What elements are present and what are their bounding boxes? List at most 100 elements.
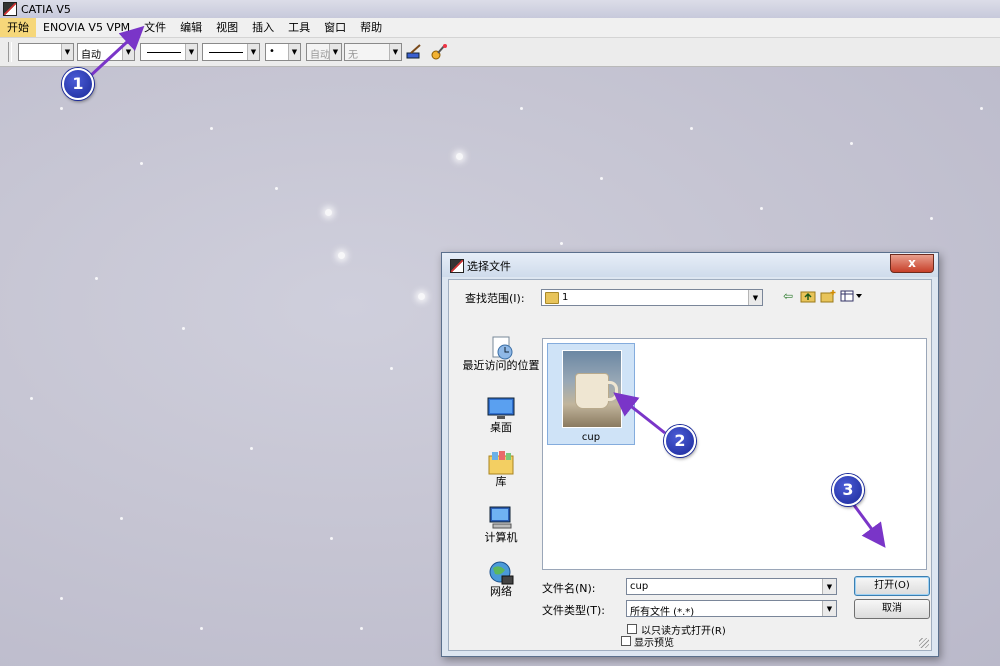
sparkle	[980, 107, 983, 110]
sparkle	[250, 447, 253, 450]
place-network[interactable]: 网络	[461, 560, 541, 598]
fill-color-combo[interactable]: ▼	[18, 43, 74, 61]
show-preview-checkbox[interactable]	[621, 636, 631, 646]
menu-bar: 开始 ENOVIA V5 VPM 文件 编辑 视图 插入 工具 窗口 帮助	[0, 18, 1000, 38]
menu-window[interactable]: 窗口	[317, 18, 353, 37]
window-title: CATIA V5	[21, 2, 71, 16]
line-type-combo[interactable]: ▼	[202, 43, 260, 61]
dialog-title-bar[interactable]: 选择文件 x	[442, 253, 938, 277]
menu-view[interactable]: 视图	[209, 18, 245, 37]
render-style-combo[interactable]: 自动 ▼	[306, 43, 342, 61]
place-libraries[interactable]: 库	[461, 450, 541, 488]
menu-enovia[interactable]: ENOVIA V5 VPM	[36, 18, 137, 37]
file-name: cup	[581, 432, 601, 443]
sparkle	[850, 142, 853, 145]
computer-icon	[487, 506, 515, 530]
file-name-label: 文件名(N):	[542, 582, 596, 595]
mug-handle-shape	[605, 381, 618, 401]
view-menu-icon[interactable]	[839, 288, 865, 304]
menu-help[interactable]: 帮助	[353, 18, 389, 37]
place-computer[interactable]: 计算机	[461, 506, 541, 544]
mug-shape	[575, 373, 609, 409]
line-thickness-combo[interactable]: ▼	[140, 43, 198, 61]
network-globe-icon	[487, 560, 515, 585]
places-bar: 最近访问的位置 桌面 库 计算机 网络	[461, 334, 541, 604]
open-button[interactable]: 打开(O)	[854, 576, 930, 596]
sparkle	[95, 277, 98, 280]
recent-places-icon	[487, 334, 515, 360]
file-list[interactable]: cup	[542, 338, 927, 570]
desktop-icon	[487, 396, 515, 420]
resize-grip[interactable]	[919, 638, 929, 648]
transparency-combo[interactable]: 自动 ▼	[77, 43, 135, 61]
menu-start[interactable]: 开始	[0, 18, 36, 37]
sparkle	[60, 597, 63, 600]
sparkle	[360, 627, 363, 630]
chevron-down-icon[interactable]: ▼	[122, 44, 134, 60]
line-sample	[147, 52, 181, 53]
look-in-combo[interactable]: 1 ▼	[541, 289, 763, 306]
app-title-bar: CATIA V5	[0, 0, 1000, 18]
chevron-down-icon[interactable]: ▼	[822, 601, 836, 616]
sparkle	[760, 207, 763, 210]
file-name-input[interactable]: cup ▼	[626, 578, 837, 595]
file-type-select[interactable]: 所有文件 (*.*) ▼	[626, 600, 837, 618]
menu-insert[interactable]: 插入	[245, 18, 281, 37]
chevron-down-icon[interactable]: ▼	[185, 44, 197, 60]
select-file-dialog: 选择文件 x 查找范围(I): 1 ▼ ⇦ 最近访问的位置 桌面 库 计算机 网…	[441, 252, 939, 657]
new-folder-icon[interactable]	[819, 288, 837, 304]
chevron-down-icon[interactable]: ▼	[329, 44, 341, 60]
chevron-down-icon[interactable]: ▼	[61, 44, 73, 60]
chevron-down-icon[interactable]: ▼	[822, 579, 836, 594]
menu-edit[interactable]: 编辑	[173, 18, 209, 37]
up-folder-icon[interactable]	[799, 288, 817, 304]
chevron-down-icon[interactable]: ▼	[389, 44, 401, 60]
dialog-body: 查找范围(I): 1 ▼ ⇦ 最近访问的位置 桌面 库 计算机 网络 cup 文…	[448, 279, 932, 651]
sparkle	[182, 327, 185, 330]
dialog-title: 选择文件	[467, 260, 511, 273]
show-preview-label: 显示预览	[634, 638, 674, 649]
sparkle	[60, 107, 63, 110]
cancel-button[interactable]: 取消	[854, 599, 930, 619]
place-recent[interactable]: 最近访问的位置	[461, 334, 541, 372]
menu-file[interactable]: 文件	[137, 18, 173, 37]
sparkle	[390, 367, 393, 370]
sparkle	[338, 252, 345, 259]
look-in-label: 查找范围(I):	[465, 292, 525, 305]
layer-combo[interactable]: 无 ▼	[344, 43, 402, 61]
sparkle	[140, 162, 143, 165]
sparkle	[210, 127, 213, 130]
chevron-down-icon[interactable]: ▼	[748, 290, 762, 305]
libraries-icon	[487, 450, 515, 475]
sparkle	[275, 187, 278, 190]
sparkle	[520, 107, 523, 110]
image-thumbnail-icon	[562, 350, 622, 428]
place-desktop[interactable]: 桌面	[461, 396, 541, 434]
sparkle	[418, 293, 425, 300]
graphic-properties-toolbar: ▼ 自动 ▼ ▼ ▼ • ▼ 自动 ▼ 无 ▼	[0, 38, 1000, 67]
catia-logo-icon	[3, 2, 17, 16]
format-brush-icon[interactable]	[430, 43, 448, 61]
step-badge-1: 1	[62, 68, 94, 100]
point-symbol-combo[interactable]: • ▼	[265, 43, 301, 61]
close-button[interactable]: x	[890, 254, 934, 273]
back-icon[interactable]: ⇦	[779, 288, 797, 304]
chevron-down-icon[interactable]: ▼	[288, 44, 300, 60]
read-only-checkbox[interactable]	[627, 624, 637, 634]
painter-icon[interactable]	[405, 43, 423, 61]
folder-icon	[545, 292, 559, 304]
toolbar-grip[interactable]	[8, 42, 12, 62]
file-type-label: 文件类型(T):	[542, 604, 606, 617]
file-item-cup[interactable]: cup	[547, 343, 635, 445]
chevron-down-icon[interactable]: ▼	[247, 44, 259, 60]
step-badge-3: 3	[832, 474, 864, 506]
sparkle	[200, 627, 203, 630]
menu-tools[interactable]: 工具	[281, 18, 317, 37]
sparkle	[30, 397, 33, 400]
sparkle	[930, 217, 933, 220]
sparkle	[690, 127, 693, 130]
catia-logo-icon	[450, 259, 464, 273]
vertical-scrollbar[interactable]	[920, 339, 926, 569]
sparkle	[120, 517, 123, 520]
sparkle	[330, 537, 333, 540]
